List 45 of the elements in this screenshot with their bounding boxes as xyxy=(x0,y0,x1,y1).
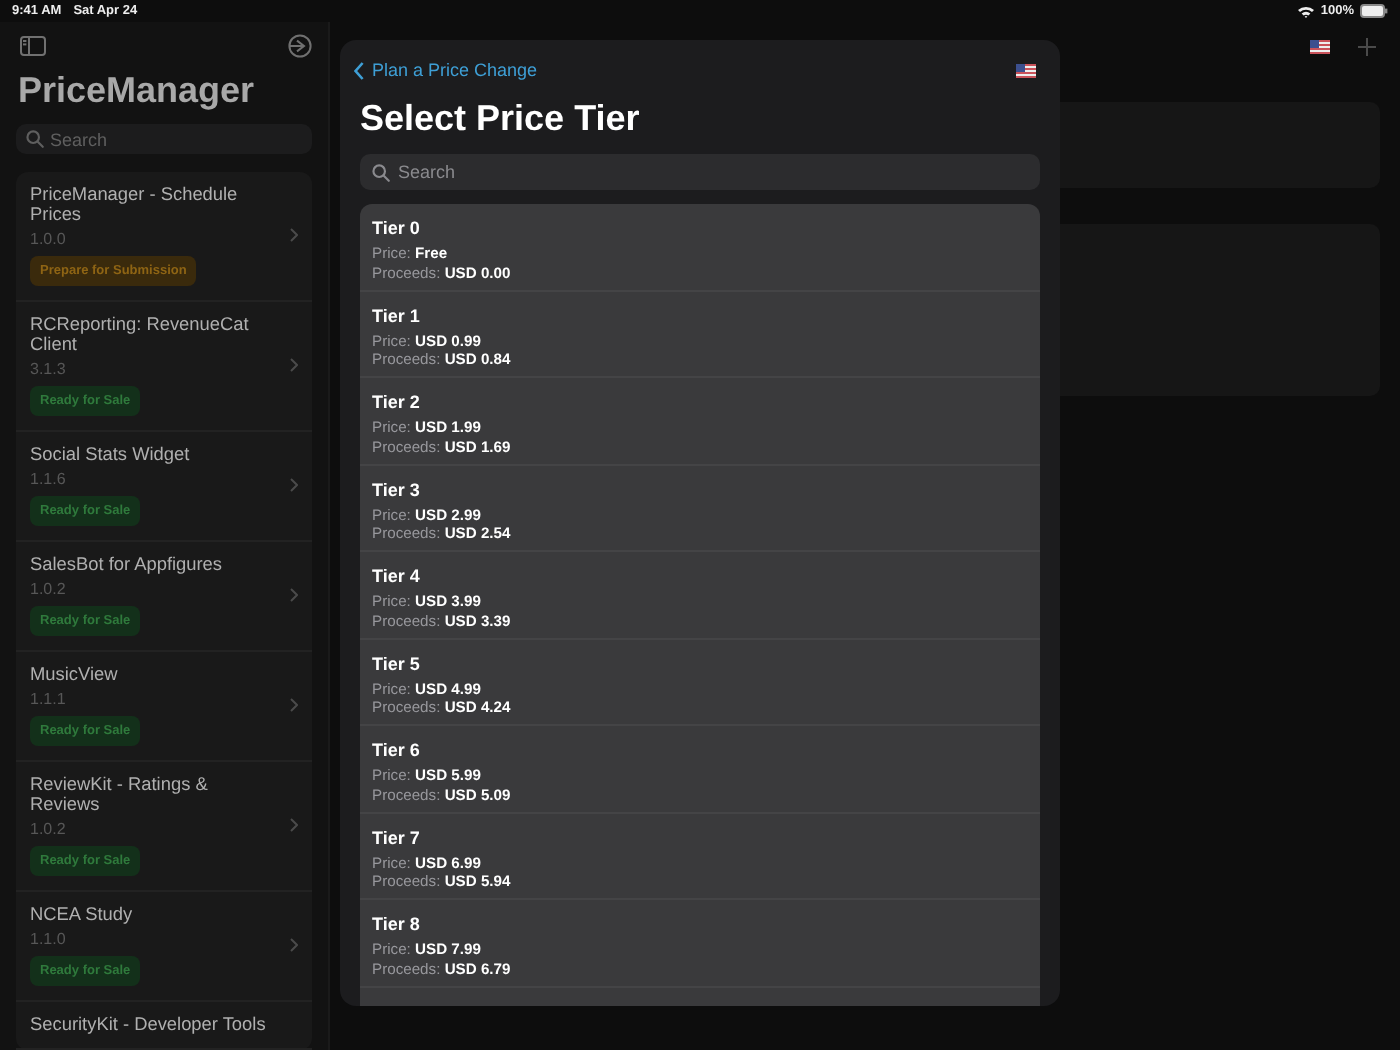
flag-icon[interactable] xyxy=(1016,63,1036,77)
app-name: SecurityKit - Developer Tools xyxy=(30,1014,268,1034)
app-version: 1.0.2 xyxy=(30,580,66,598)
tier-name: Tier 0 xyxy=(372,218,422,238)
app-title: PriceManager xyxy=(18,70,257,113)
back-button[interactable]: Plan a Price Change xyxy=(354,60,538,80)
app-version: 3.1.3 xyxy=(30,360,66,378)
tier-name: Tier 1 xyxy=(372,305,422,325)
chevron-right-icon xyxy=(290,698,298,712)
sheet-title: Select Price Tier xyxy=(360,98,642,140)
app-list-item[interactable]: SecurityKit - Developer Tools xyxy=(16,1002,312,1050)
chevron-right-icon xyxy=(290,588,298,602)
chevron-right-icon xyxy=(290,938,298,952)
app-version: 1.1.0 xyxy=(30,930,66,948)
tier-name: Tier 7 xyxy=(372,827,422,847)
search-icon xyxy=(26,130,44,149)
wifi-icon xyxy=(1298,5,1315,17)
battery-icon xyxy=(1360,4,1388,18)
tier-name: Tier 6 xyxy=(372,740,422,760)
chevron-right-icon xyxy=(290,818,298,832)
search-field[interactable]: Search xyxy=(360,154,1040,190)
chevron-right-icon xyxy=(290,358,298,372)
app-name: RCReporting: RevenueCat Client xyxy=(30,314,250,354)
app-version: 1.1.6 xyxy=(30,470,66,488)
app-version: 1.0.0 xyxy=(30,230,66,248)
app-name: SalesBot for Appfigures xyxy=(30,554,225,574)
app-name: NCEA Study xyxy=(30,904,135,924)
app-name: Social Stats Widget xyxy=(30,444,192,464)
tier-name: Tier 5 xyxy=(372,653,422,673)
app-version: 1.1.1 xyxy=(30,690,66,708)
chevron-right-icon xyxy=(290,228,298,242)
search-icon xyxy=(372,163,390,181)
app-name: ReviewKit - Ratings & Reviews xyxy=(30,774,210,814)
app-name: MusicView xyxy=(30,664,120,684)
sidebar-toggle-icon[interactable] xyxy=(20,36,46,57)
tier-name: Tier 8 xyxy=(372,914,422,934)
tier-name: Tier 2 xyxy=(372,392,422,412)
tier-name: Tier 3 xyxy=(372,479,422,499)
chevron-right-icon xyxy=(290,478,298,492)
chevron-left-icon xyxy=(354,61,364,79)
app-name: PriceManager - Schedule Prices xyxy=(30,184,240,224)
tier-name: Tier 4 xyxy=(372,566,422,586)
plus-icon[interactable] xyxy=(1358,37,1376,55)
flag-icon[interactable] xyxy=(1310,39,1330,53)
app-version: 1.0.2 xyxy=(30,820,66,838)
